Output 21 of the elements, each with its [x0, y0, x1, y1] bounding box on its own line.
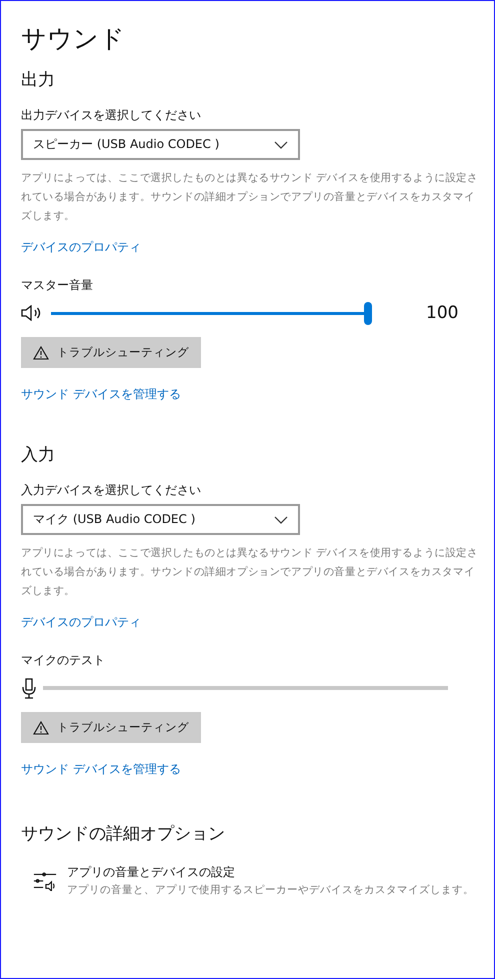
- section-heading: 入力: [21, 444, 56, 467]
- setting-description: アプリの音量と、アプリで使用するスピーカーやデバイスをカスタマイズします。: [67, 883, 474, 898]
- manage-devices-link[interactable]: サウンド デバイスを管理する: [21, 759, 181, 779]
- page-title: サウンド: [21, 23, 126, 55]
- manage-devices-link[interactable]: サウンド デバイスを管理する: [21, 384, 181, 404]
- description-text: アプリによっては、ここで選択したものとは異なるサウンド デバイスを使用するように設定されている場合があります。サウンドの詳細オプションでアプリの音量とデバイスをカスタマイズします。: [21, 171, 479, 224]
- section-heading: サウンドの詳細オプション: [21, 823, 226, 846]
- troubleshoot-button[interactable]: トラブルシューティング: [21, 712, 201, 743]
- meter-label: マイクのテスト: [21, 652, 106, 669]
- volume-value: 100: [426, 303, 458, 323]
- setting-link[interactable]: アプリの音量とデバイスの設定: [67, 863, 474, 881]
- troubleshoot-button[interactable]: トラブルシューティング: [21, 337, 201, 368]
- device-dropdown[interactable]: スピーカー (USB Audio CODEC ): [21, 129, 300, 160]
- meter-label: マスター音量: [21, 277, 94, 294]
- device-properties-link[interactable]: デバイスのプロパティ: [21, 237, 141, 257]
- device-properties-link[interactable]: デバイスのプロパティ: [21, 612, 141, 632]
- select-label: 出力デバイスを選択してください: [21, 107, 202, 124]
- section-heading: 出力: [21, 69, 56, 92]
- description-text: アプリによっては、ここで選択したものとは異なるサウンド デバイスを使用するように設定されている場合があります。サウンドの詳細オプションでアプリの音量とデバイスをカスタマイズします。: [21, 546, 479, 599]
- device-dropdown[interactable]: マイク (USB Audio CODEC ): [21, 504, 300, 535]
- select-label: 入力デバイスを選択してください: [21, 482, 202, 499]
